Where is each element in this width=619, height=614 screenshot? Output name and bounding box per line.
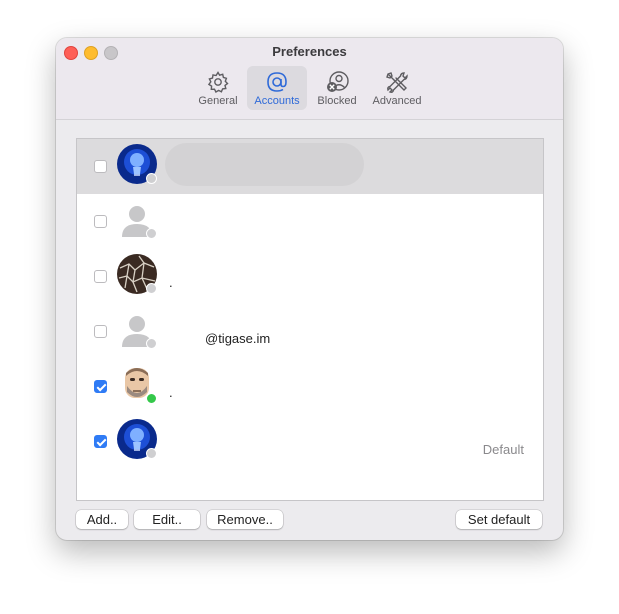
avatar <box>117 309 157 349</box>
window-title: Preferences <box>272 44 347 59</box>
tools-icon <box>386 72 408 93</box>
list-item[interactable]: @tigase.im <box>77 304 543 359</box>
accounts-list[interactable]: . @tigase.im . Default <box>76 138 544 501</box>
account-jid: . <box>169 275 173 290</box>
account-jid: . <box>169 385 173 400</box>
status-indicator <box>146 228 157 239</box>
account-enabled-checkbox[interactable] <box>94 325 107 338</box>
redacted-account-name <box>165 143 364 186</box>
at-sign-icon <box>267 72 287 92</box>
account-enabled-checkbox[interactable] <box>94 160 107 173</box>
tab-advanced-label: Advanced <box>372 95 422 107</box>
status-indicator <box>146 393 157 404</box>
preferences-window: Preferences General Accounts Blocked Adv… <box>56 38 563 540</box>
remove-account-button[interactable]: Remove.. <box>207 510 283 529</box>
account-enabled-checkbox[interactable] <box>94 435 107 448</box>
titlebar: Preferences General Accounts Blocked Adv… <box>56 38 563 120</box>
status-indicator <box>146 173 157 184</box>
blocked-user-icon <box>327 71 349 92</box>
account-enabled-checkbox[interactable] <box>94 215 107 228</box>
list-item[interactable]: . <box>77 249 543 304</box>
tab-accounts-label: Accounts <box>254 95 300 107</box>
status-indicator <box>146 338 157 349</box>
gear-icon <box>207 71 229 93</box>
avatar <box>117 419 157 459</box>
edit-account-button[interactable]: Edit.. <box>134 510 200 529</box>
list-item[interactable] <box>77 139 543 194</box>
default-account-label: Default <box>482 442 524 457</box>
avatar <box>117 199 157 239</box>
status-indicator <box>146 283 157 294</box>
account-enabled-checkbox[interactable] <box>94 380 107 393</box>
status-indicator <box>146 448 157 459</box>
tab-general[interactable]: General <box>188 66 248 110</box>
set-default-button[interactable]: Set default <box>456 510 542 529</box>
tab-advanced[interactable]: Advanced <box>367 66 427 110</box>
tab-blocked[interactable]: Blocked <box>307 66 367 110</box>
list-item[interactable]: Default <box>77 414 543 469</box>
list-item[interactable] <box>77 194 543 249</box>
account-jid: @tigase.im <box>205 331 271 346</box>
avatar <box>117 144 157 184</box>
list-item[interactable]: . <box>77 359 543 414</box>
avatar <box>117 254 157 294</box>
account-enabled-checkbox[interactable] <box>94 270 107 283</box>
tab-general-label: General <box>198 95 238 107</box>
tab-blocked-label: Blocked <box>317 95 357 107</box>
avatar <box>117 364 157 404</box>
tab-accounts[interactable]: Accounts <box>247 66 307 110</box>
add-account-button[interactable]: Add.. <box>76 510 128 529</box>
